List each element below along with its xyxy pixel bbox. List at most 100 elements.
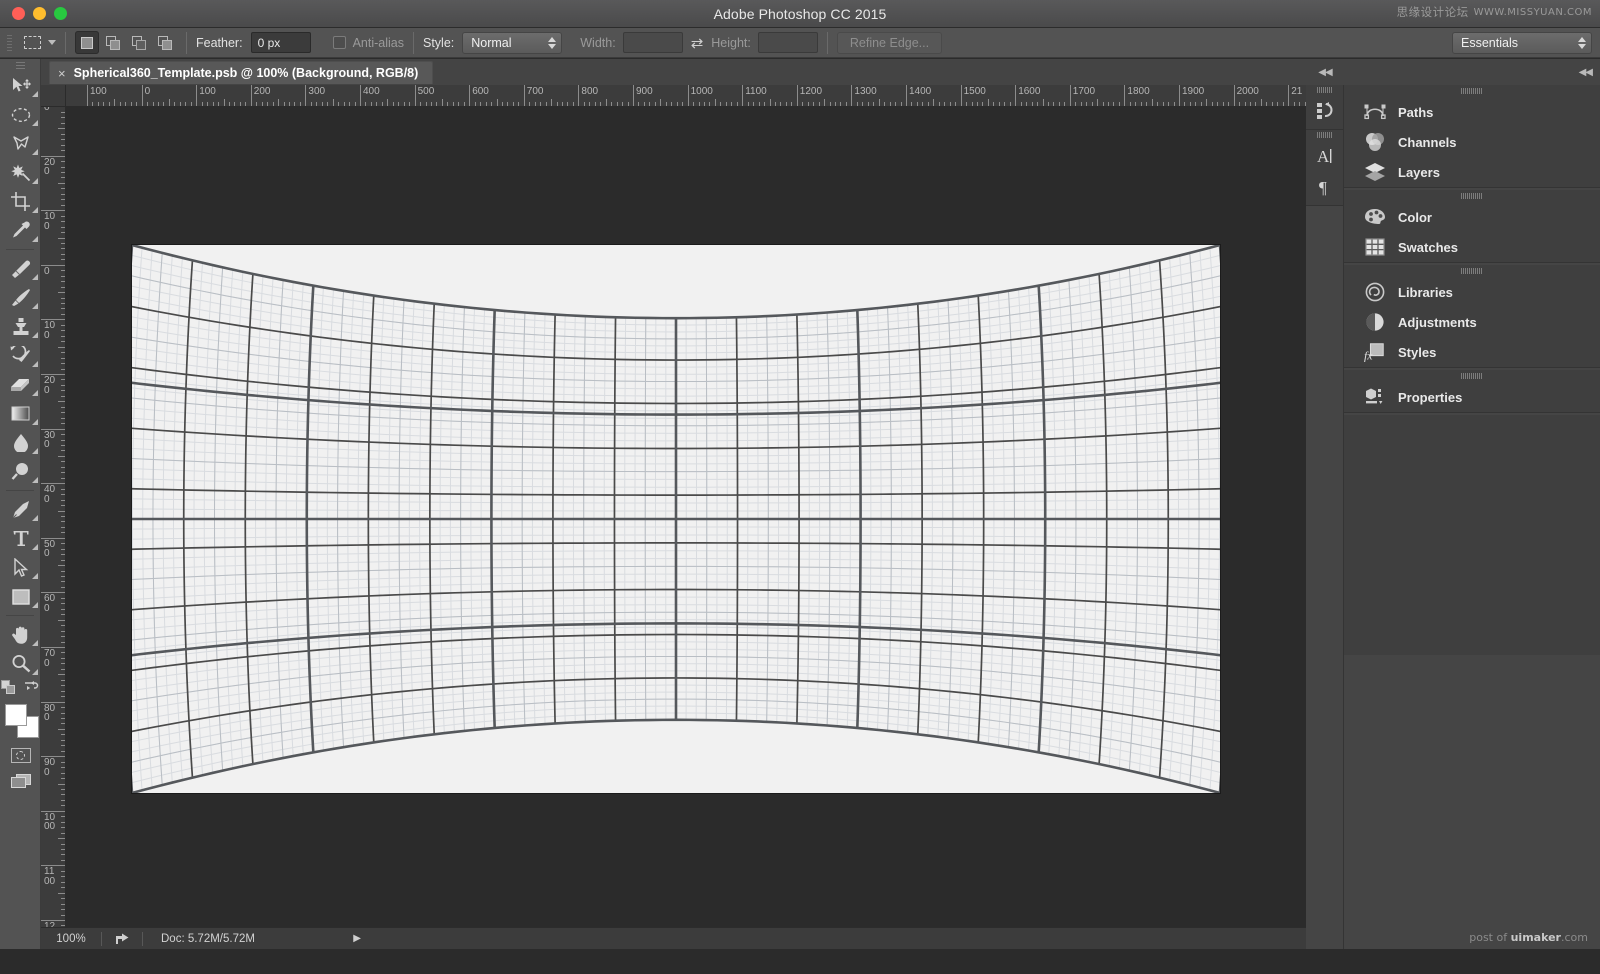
document-tab[interactable]: × Spherical360_Template.psb @ 100% (Back… xyxy=(49,61,433,84)
ruler-minor-tick xyxy=(300,102,301,106)
zoom-level-input[interactable]: 100% xyxy=(41,933,101,945)
feather-input[interactable]: 0 px xyxy=(251,32,311,53)
elliptical-marquee-tool[interactable] xyxy=(0,100,41,129)
double-chevron-left-icon[interactable]: ◀◀ xyxy=(1318,67,1331,78)
ruler-minor-tick xyxy=(884,102,885,106)
maximize-window-button[interactable] xyxy=(54,7,67,20)
share-icon[interactable] xyxy=(102,932,142,945)
panel-item-properties[interactable]: Properties xyxy=(1344,382,1600,412)
hand-tool[interactable] xyxy=(0,620,41,649)
ruler-minor-tick xyxy=(1201,102,1202,106)
vertical-ruler[interactable]: 0200100010020030040050060070080090010001… xyxy=(41,107,66,927)
eyedropper-tool[interactable] xyxy=(0,216,41,245)
ruler-minor-tick xyxy=(61,778,65,779)
chevron-down-icon[interactable] xyxy=(48,40,56,45)
pen-tool[interactable] xyxy=(0,495,41,524)
horizontal-ruler[interactable]: 1000100200300400500600700800900100011001… xyxy=(66,85,1306,107)
rectangle-tool[interactable] xyxy=(0,582,41,611)
height-input[interactable] xyxy=(758,32,818,53)
dodge-tool[interactable] xyxy=(0,457,41,486)
double-chevron-left-icon[interactable]: ◀◀ xyxy=(1579,67,1592,78)
foreground-color-swatch[interactable] xyxy=(5,704,27,726)
selection-mode-group[interactable] xyxy=(75,31,177,54)
ruler-minor-tick xyxy=(518,102,519,106)
eraser-tool[interactable] xyxy=(0,370,41,399)
screen-mode-icon[interactable] xyxy=(0,768,41,794)
ruler-minor-tick xyxy=(1299,102,1300,106)
ruler-origin-box[interactable] xyxy=(41,85,66,107)
panel-item-styles[interactable]: fxStyles xyxy=(1344,337,1600,367)
rectangular-marquee-icon[interactable] xyxy=(19,32,45,54)
panel-item-layers[interactable]: Layers xyxy=(1344,157,1600,187)
workspace-select[interactable]: Essentials xyxy=(1452,32,1592,54)
swap-arrows-icon[interactable]: ⇄ xyxy=(691,34,704,52)
clone-stamp-tool[interactable] xyxy=(0,312,41,341)
panel-item-channels[interactable]: Channels xyxy=(1344,127,1600,157)
zoom-tool[interactable] xyxy=(0,649,41,678)
new-selection-button[interactable] xyxy=(75,31,99,54)
brush-tool[interactable] xyxy=(0,283,41,312)
character-icon[interactable]: A xyxy=(1306,140,1343,171)
panel-item-swatches[interactable]: Swatches xyxy=(1344,232,1600,262)
panel-item-paths[interactable]: Paths xyxy=(1344,97,1600,127)
subtract-from-selection-button[interactable] xyxy=(127,31,151,54)
intersect-with-selection-button[interactable] xyxy=(153,31,177,54)
close-icon[interactable]: × xyxy=(58,67,66,80)
style-select[interactable]: Normal xyxy=(462,32,562,54)
ruler-minor-tick xyxy=(61,833,65,834)
panel-item-libraries[interactable]: Libraries xyxy=(1344,277,1600,307)
ruler-minor-tick xyxy=(977,102,978,106)
path-selection-tool[interactable] xyxy=(0,553,41,582)
ruler-label: 400 xyxy=(363,86,380,97)
rail-grip[interactable] xyxy=(1306,85,1343,95)
ruler-label: 200 xyxy=(44,376,57,395)
ruler-minor-tick xyxy=(61,150,65,151)
panel-group-grip[interactable] xyxy=(1344,370,1600,382)
traffic-light-buttons[interactable] xyxy=(12,7,67,20)
quick-mask-mode-icon[interactable] xyxy=(0,742,41,768)
panel-item-adjustments[interactable]: Adjustments xyxy=(1344,307,1600,337)
move-tool[interactable] xyxy=(0,71,41,100)
minimize-window-button[interactable] xyxy=(33,7,46,20)
document-canvas[interactable] xyxy=(132,245,1220,793)
ruler-minor-tick xyxy=(61,199,65,200)
panel-group-grip[interactable] xyxy=(1344,265,1600,277)
gradient-tool[interactable] xyxy=(0,399,41,428)
paragraph-icon[interactable]: ¶ xyxy=(1306,171,1343,202)
history-icon[interactable] xyxy=(1306,95,1343,126)
panel-group-grip[interactable] xyxy=(1344,190,1600,202)
color-utility-icons[interactable] xyxy=(0,678,40,696)
panel-item-color[interactable]: Color xyxy=(1344,202,1600,232)
ruler-minor-tick xyxy=(1266,102,1267,106)
crop-tool[interactable] xyxy=(0,187,41,216)
add-to-selection-button[interactable] xyxy=(101,31,125,54)
options-bar-grip[interactable] xyxy=(6,33,13,53)
horizontal-type-tool[interactable] xyxy=(0,524,41,553)
close-window-button[interactable] xyxy=(12,7,25,20)
ruler-minor-tick xyxy=(92,102,93,106)
panel-item-label: Color xyxy=(1398,210,1432,225)
ruler-minor-tick xyxy=(567,102,568,106)
refine-edge-button[interactable]: Refine Edge... xyxy=(837,32,942,54)
history-brush-tool[interactable] xyxy=(0,341,41,370)
blur-tool[interactable] xyxy=(0,428,41,457)
panel-group: LibrariesAdjustmentsfxStyles xyxy=(1344,265,1600,368)
panel-group-grip[interactable] xyxy=(1344,85,1600,97)
foreground-background-color[interactable] xyxy=(0,700,41,742)
magic-wand-tool[interactable] xyxy=(0,158,41,187)
ruler-minor-tick xyxy=(61,745,65,746)
divider xyxy=(186,32,187,54)
canvas-area[interactable] xyxy=(66,107,1306,927)
ruler-minor-tick xyxy=(1113,102,1114,106)
ruler-minor-tick xyxy=(61,472,65,473)
spot-healing-brush-tool[interactable] xyxy=(0,254,41,283)
watermark-brand: uimaker xyxy=(1511,931,1561,944)
anti-alias-checkbox[interactable] xyxy=(333,36,346,49)
status-menu-triangle-icon[interactable]: ▶ xyxy=(353,933,361,944)
rail-grip[interactable] xyxy=(1306,130,1343,140)
width-input[interactable] xyxy=(623,32,683,53)
photoshop-window: Adobe Photoshop CC 2015 思缘设计论坛 WWW.MISSY… xyxy=(0,0,1600,974)
lasso-tool[interactable] xyxy=(0,129,41,158)
tools-panel-grip[interactable] xyxy=(0,59,40,71)
ruler-minor-tick xyxy=(879,99,880,106)
